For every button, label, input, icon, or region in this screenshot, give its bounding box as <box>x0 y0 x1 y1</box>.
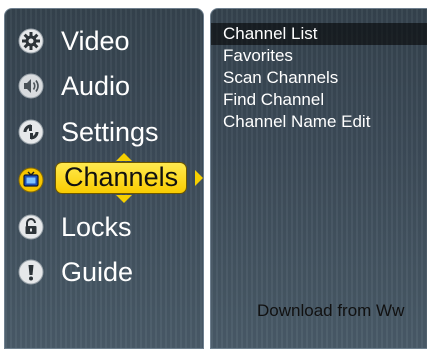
menu-item-label: Video <box>61 26 130 56</box>
menu-item-label: Settings <box>61 117 159 147</box>
arrow-right-icon <box>195 170 203 186</box>
menu-item-locks[interactable]: Locks <box>5 205 203 249</box>
submenu-item-channel-name-edit[interactable]: Channel Name Edit <box>223 111 427 133</box>
tv-icon <box>18 167 44 193</box>
menu-item-guide[interactable]: Guide <box>5 250 203 294</box>
gear-icon <box>18 28 44 54</box>
info-icon <box>18 259 44 285</box>
arrow-down-icon <box>116 195 132 203</box>
main-menu-panel: Video Audio Settings Channels Locks Guid… <box>4 8 204 349</box>
arrow-up-icon <box>116 153 132 161</box>
submenu-item-channel-list[interactable]: Channel List <box>211 23 427 45</box>
submenu-item-scan-channels[interactable]: Scan Channels <box>223 67 427 89</box>
lock-icon <box>18 214 44 240</box>
selected-highlight: Channels <box>55 162 188 194</box>
submenu-item-favorites[interactable]: Favorites <box>223 45 427 67</box>
menu-item-label: Locks <box>61 212 132 242</box>
watermark-text: Download from Ww <box>257 301 405 320</box>
menu-item-label: Guide <box>61 257 134 287</box>
channels-submenu: Channel List Favorites Scan Channels Fin… <box>211 23 427 133</box>
menu-item-channels[interactable]: Channels <box>5 153 203 203</box>
submenu-item-find-channel[interactable]: Find Channel <box>223 89 427 111</box>
menu-item-label: Audio <box>61 71 131 101</box>
menu-item-video[interactable]: Video <box>5 19 203 63</box>
settings-icon <box>18 119 44 145</box>
menu-item-audio[interactable]: Audio <box>5 64 203 108</box>
menu-item-settings[interactable]: Settings <box>5 110 203 154</box>
speaker-icon <box>18 73 44 99</box>
submenu-panel: Channel List Favorites Scan Channels Fin… <box>210 8 427 349</box>
menu-item-label: Channels <box>64 162 179 192</box>
